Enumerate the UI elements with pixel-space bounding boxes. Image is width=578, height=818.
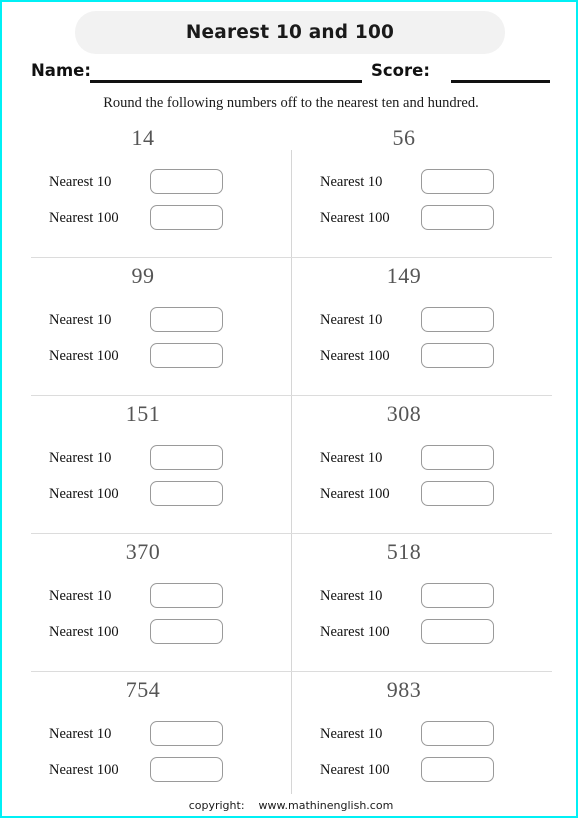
nearest-hundred-label: Nearest 100 [49, 624, 119, 640]
problem-number: 754 [125, 677, 161, 702]
nearest-hundred-label: Nearest 100 [320, 348, 390, 364]
nearest-ten-answer-box[interactable] [150, 583, 223, 608]
problem-number: 151 [125, 401, 161, 426]
nearest-hundred-label: Nearest 100 [320, 762, 390, 778]
nearest-hundred-line: Nearest 100 [31, 342, 291, 372]
problem-number: 99 [131, 263, 155, 288]
nearest-hundred-line: Nearest 100 [31, 480, 291, 510]
problem-number: 149 [386, 263, 422, 288]
nearest-hundred-answer-box[interactable] [150, 757, 223, 782]
nearest-hundred-answer-box[interactable] [421, 619, 494, 644]
nearest-ten-line: Nearest 10 [31, 444, 291, 474]
copyright-footer: copyright: www.mathinenglish.com [188, 799, 394, 812]
problem-cell: 370 Nearest 10 Nearest 100 [31, 534, 291, 671]
problem-row: 370 Nearest 10 Nearest 100 518 Nearest 1… [31, 534, 552, 672]
nearest-ten-line: Nearest 10 [31, 306, 291, 336]
nearest-hundred-line: Nearest 100 [31, 756, 291, 786]
nearest-hundred-label: Nearest 100 [320, 486, 390, 502]
problem-number: 983 [386, 677, 422, 702]
problem-cell: 151 Nearest 10 Nearest 100 [31, 396, 291, 533]
problem-number: 308 [386, 401, 422, 426]
nearest-ten-answer-box[interactable] [421, 169, 494, 194]
nearest-hundred-label: Nearest 100 [49, 210, 119, 226]
nearest-ten-label: Nearest 10 [49, 174, 112, 190]
nearest-ten-label: Nearest 10 [49, 726, 112, 742]
nearest-ten-answer-box[interactable] [421, 583, 494, 608]
nearest-ten-answer-box[interactable] [150, 169, 223, 194]
problem-cell: 14 Nearest 10 Nearest 100 [31, 120, 291, 257]
problem-row: 754 Nearest 10 Nearest 100 983 Nearest 1… [31, 672, 552, 809]
score-label: Score: [371, 61, 430, 80]
nearest-hundred-label: Nearest 100 [49, 762, 119, 778]
nearest-ten-answer-box[interactable] [150, 307, 223, 332]
nearest-ten-label: Nearest 10 [320, 450, 383, 466]
nearest-hundred-label: Nearest 100 [49, 486, 119, 502]
nearest-ten-line: Nearest 10 [31, 720, 291, 750]
nearest-hundred-line: Nearest 100 [292, 756, 552, 786]
problem-number: 56 [392, 125, 416, 150]
nearest-hundred-answer-box[interactable] [150, 619, 223, 644]
problem-grid: 14 Nearest 10 Nearest 100 56 Nearest 10 … [31, 120, 552, 794]
name-input-line[interactable] [90, 80, 362, 83]
nearest-hundred-answer-box[interactable] [150, 205, 223, 230]
nearest-ten-line: Nearest 10 [292, 444, 552, 474]
problem-row: 99 Nearest 10 Nearest 100 149 Nearest 10… [31, 258, 552, 396]
nearest-ten-answer-box[interactable] [421, 721, 494, 746]
problem-number: 518 [386, 539, 422, 564]
nearest-ten-line: Nearest 10 [31, 582, 291, 612]
nearest-hundred-answer-box[interactable] [150, 481, 223, 506]
page-title: Nearest 10 and 100 [185, 22, 395, 43]
problem-cell: 518 Nearest 10 Nearest 100 [292, 534, 552, 671]
problem-cell: 99 Nearest 10 Nearest 100 [31, 258, 291, 395]
nearest-hundred-answer-box[interactable] [421, 343, 494, 368]
nearest-hundred-label: Nearest 100 [320, 624, 390, 640]
nearest-ten-label: Nearest 10 [320, 588, 383, 604]
nearest-ten-label: Nearest 10 [49, 588, 112, 604]
problem-cell: 983 Nearest 10 Nearest 100 [292, 672, 552, 809]
nearest-ten-answer-box[interactable] [421, 445, 494, 470]
nearest-hundred-line: Nearest 100 [292, 618, 552, 648]
nearest-ten-line: Nearest 10 [31, 168, 291, 198]
nearest-hundred-line: Nearest 100 [292, 480, 552, 510]
problem-row: 151 Nearest 10 Nearest 100 308 Nearest 1… [31, 396, 552, 534]
nearest-hundred-answer-box[interactable] [421, 205, 494, 230]
problem-cell: 754 Nearest 10 Nearest 100 [31, 672, 291, 809]
problem-number: 370 [125, 539, 161, 564]
nearest-ten-label: Nearest 10 [320, 726, 383, 742]
problem-cell: 149 Nearest 10 Nearest 100 [292, 258, 552, 395]
score-input-line[interactable] [451, 80, 550, 83]
name-label: Name: [31, 61, 91, 80]
nearest-ten-label: Nearest 10 [320, 312, 383, 328]
nearest-ten-answer-box[interactable] [421, 307, 494, 332]
nearest-hundred-answer-box[interactable] [421, 757, 494, 782]
problem-cell: 308 Nearest 10 Nearest 100 [292, 396, 552, 533]
nearest-ten-line: Nearest 10 [292, 168, 552, 198]
name-score-row: Name: Score: [2, 59, 578, 85]
problem-number: 14 [131, 125, 155, 150]
nearest-ten-answer-box[interactable] [150, 721, 223, 746]
nearest-ten-answer-box[interactable] [150, 445, 223, 470]
nearest-ten-line: Nearest 10 [292, 306, 552, 336]
nearest-ten-label: Nearest 10 [320, 174, 383, 190]
nearest-hundred-label: Nearest 100 [49, 348, 119, 364]
nearest-ten-line: Nearest 10 [292, 582, 552, 612]
nearest-ten-label: Nearest 10 [49, 312, 112, 328]
nearest-hundred-label: Nearest 100 [320, 210, 390, 226]
nearest-ten-label: Nearest 10 [49, 450, 112, 466]
worksheet-page: Nearest 10 and 100 Name: Score: Round th… [0, 0, 578, 818]
nearest-hundred-line: Nearest 100 [31, 618, 291, 648]
nearest-hundred-line: Nearest 100 [292, 342, 552, 372]
nearest-hundred-answer-box[interactable] [421, 481, 494, 506]
nearest-hundred-line: Nearest 100 [292, 204, 552, 234]
instruction-text: Round the following numbers off to the n… [103, 95, 479, 111]
nearest-ten-line: Nearest 10 [292, 720, 552, 750]
nearest-hundred-line: Nearest 100 [31, 204, 291, 234]
problem-cell: 56 Nearest 10 Nearest 100 [292, 120, 552, 257]
problem-row: 14 Nearest 10 Nearest 100 56 Nearest 10 … [31, 120, 552, 258]
nearest-hundred-answer-box[interactable] [150, 343, 223, 368]
